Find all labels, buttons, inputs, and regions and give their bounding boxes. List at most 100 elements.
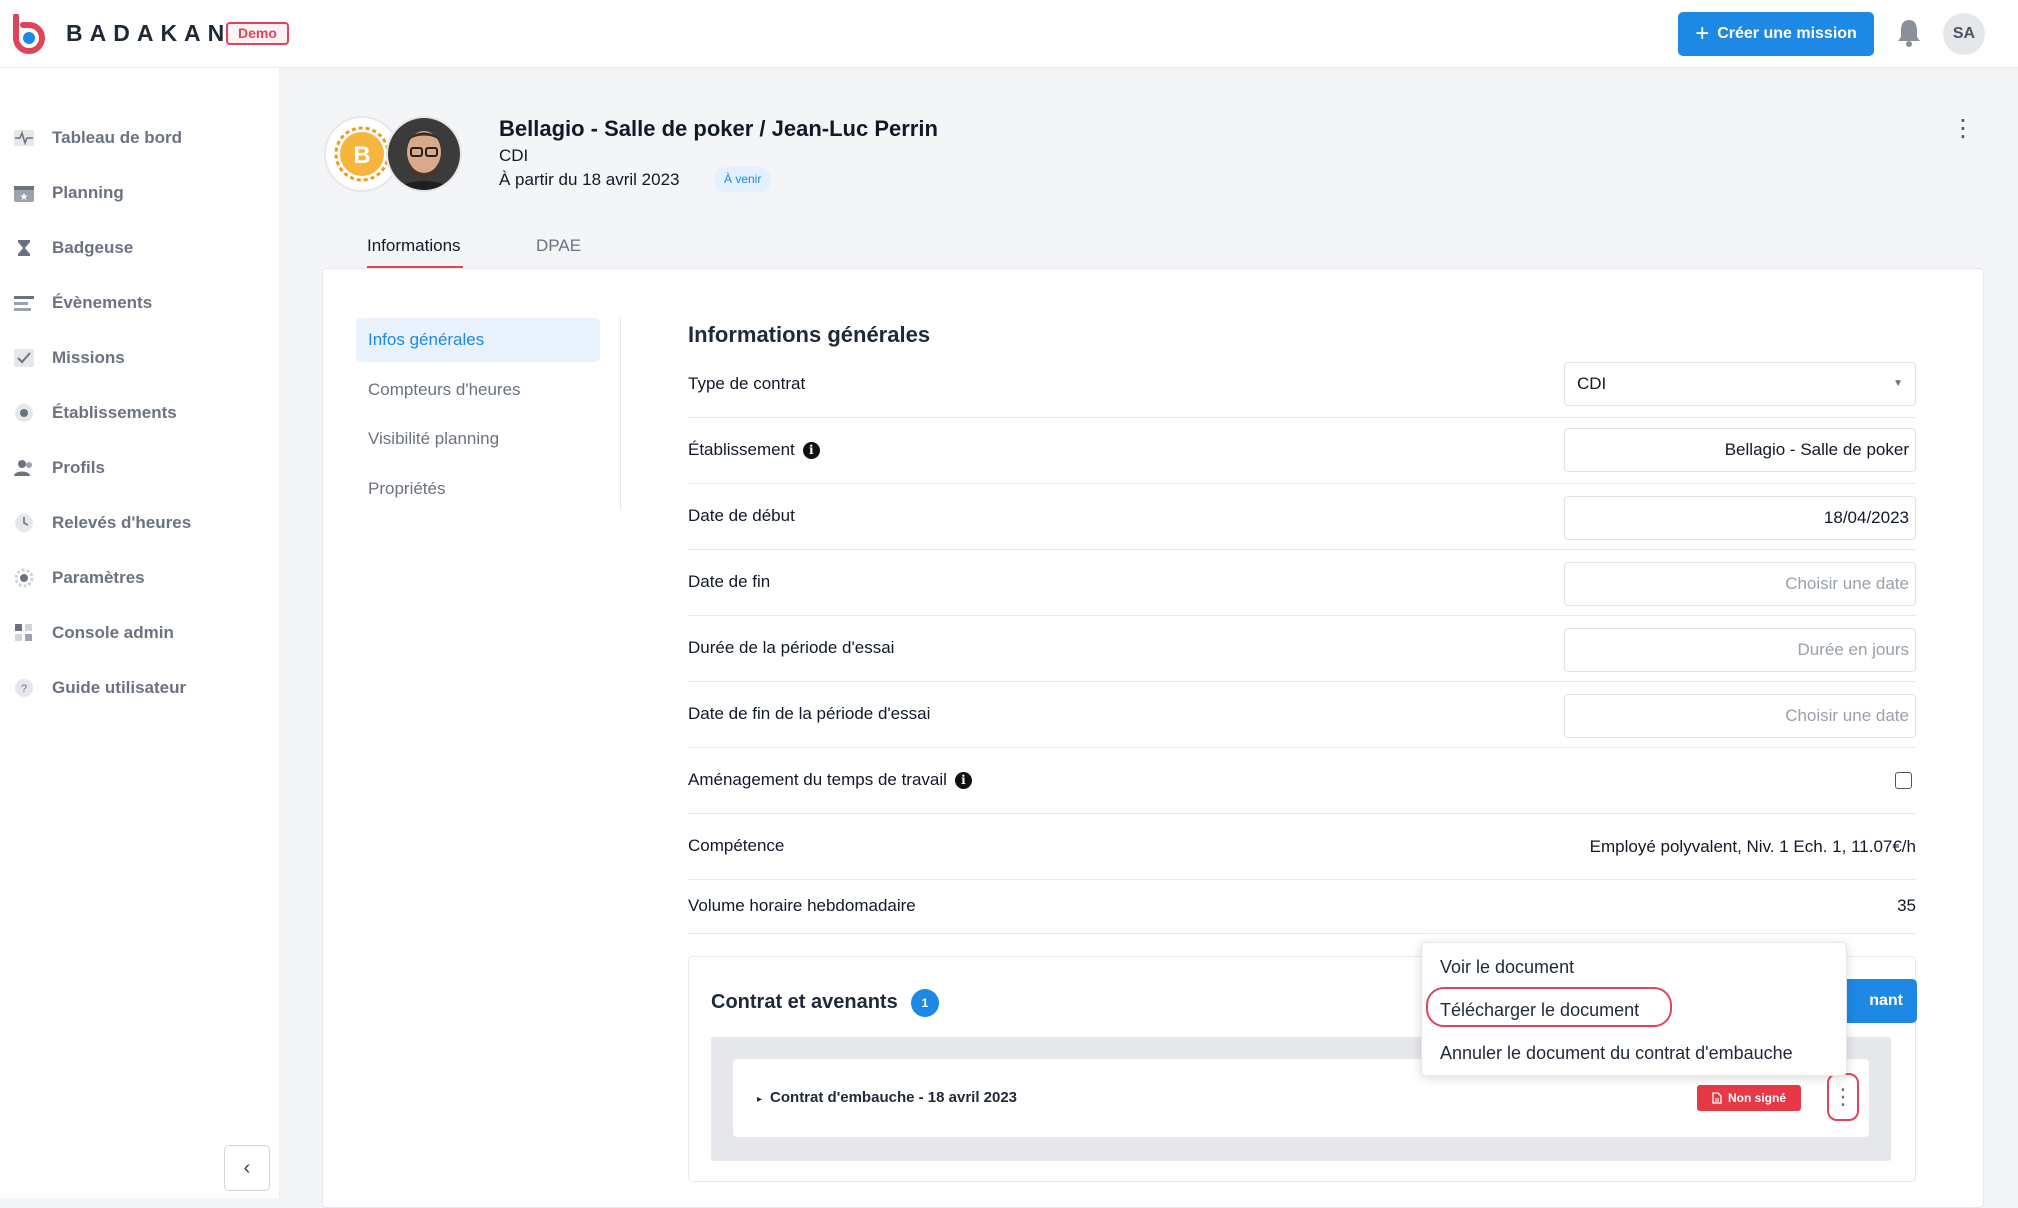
end-date-field[interactable]: Choisir une date xyxy=(1564,562,1916,606)
subnav-item-properties[interactable]: Propriétés xyxy=(356,467,600,511)
sidebar-item-label: Profils xyxy=(52,458,105,477)
field-row-establishment: Établissement i Bellagio - Salle de poke… xyxy=(688,418,1916,484)
sidebar-item-profiles[interactable]: Profils xyxy=(0,448,280,488)
skill-value: Employé polyvalent, Niv. 1 Ech. 1, 11.07… xyxy=(1589,837,1916,856)
field-label: Date de fin xyxy=(688,572,771,591)
field-row-weekly-hours: Volume horaire hebdomadaire 35 xyxy=(688,880,1916,934)
list-icon xyxy=(14,293,34,313)
info-icon[interactable]: i xyxy=(802,441,820,459)
building-icon xyxy=(14,403,34,423)
top-bar: BADAKAN Demo + Créer une mission SA xyxy=(0,0,2018,68)
field-label: Date de fin de la période d'essai xyxy=(688,704,931,723)
sidebar-item-missions[interactable]: Missions xyxy=(0,338,280,378)
sidebar-item-badgeuse[interactable]: Badgeuse xyxy=(0,228,280,268)
not-signed-badge: Non signé xyxy=(1697,1085,1801,1111)
subnav-item-general-info[interactable]: Infos générales xyxy=(356,318,600,362)
field-label-with-info: Aménagement du temps de travail i xyxy=(688,770,972,790)
document-icon xyxy=(1712,1092,1722,1104)
sidebar-item-admin-console[interactable]: Console admin xyxy=(0,613,280,653)
calendar-star-icon: ★ xyxy=(14,183,34,203)
menu-item-cancel-document[interactable]: Annuler le document du contrat d'embauch… xyxy=(1440,1043,1793,1064)
svg-text:?: ? xyxy=(21,683,27,695)
menu-item-download-document[interactable]: Télécharger le document xyxy=(1440,1000,1639,1021)
work-time-checkbox[interactable] xyxy=(1895,772,1912,789)
menu-item-view-document[interactable]: Voir le document xyxy=(1440,957,1574,978)
employee-photo xyxy=(386,116,462,192)
not-signed-label: Non signé xyxy=(1727,1091,1786,1105)
sidebar-item-planning[interactable]: ★ Planning xyxy=(0,173,280,213)
more-options-icon[interactable]: ⋮ xyxy=(1950,116,1976,142)
trial-duration-field[interactable]: Durée en jours xyxy=(1564,628,1916,672)
clock-icon xyxy=(14,513,34,533)
field-row-end-date: Date de fin Choisir une date xyxy=(688,550,1916,616)
chevron-left-icon: ‹ xyxy=(243,1156,251,1179)
sidebar-item-label: Évènements xyxy=(52,293,153,312)
field-label-with-info: Établissement i xyxy=(688,440,820,460)
start-date-text: À partir du 18 avril 2023 xyxy=(499,170,680,189)
subnav-item-planning-visibility[interactable]: Visibilité planning xyxy=(356,417,600,461)
field-row-work-time: Aménagement du temps de travail i xyxy=(688,748,1916,814)
field-label: Type de contrat xyxy=(688,374,806,393)
sidebar-item-dashboard[interactable]: Tableau de bord xyxy=(0,118,280,158)
sidebar-item-timesheets[interactable]: Relevés d'heures xyxy=(0,503,280,543)
contracts-count-badge: 1 xyxy=(911,989,939,1017)
sidebar-item-label: Planning xyxy=(52,183,124,202)
sidebar-item-label: Missions xyxy=(52,348,125,367)
tab-dpae[interactable]: DPAE xyxy=(536,236,581,256)
sidebar: Tableau de bord ★ Planning Badgeuse Évèn… xyxy=(0,68,280,1198)
start-date-field[interactable]: 18/04/2023 xyxy=(1564,496,1916,540)
badakan-logo-icon[interactable] xyxy=(10,14,48,54)
contract-type-value: CDI xyxy=(1577,374,1607,393)
info-icon[interactable]: i xyxy=(954,771,972,789)
field-label: Compétence xyxy=(688,836,785,855)
field-row-trial-end: Date de fin de la période d'essai Choisi… xyxy=(688,682,1916,748)
users-icon xyxy=(14,458,34,478)
hourglass-icon xyxy=(14,238,34,258)
establishment-field[interactable]: Bellagio - Salle de poker xyxy=(1564,428,1916,472)
weekly-hours-value: 35 xyxy=(1897,896,1916,915)
sidebar-item-settings[interactable]: Paramètres xyxy=(0,558,280,598)
sidebar-item-label: Badgeuse xyxy=(52,238,134,257)
field-label: Date de début xyxy=(688,506,795,525)
contract-row-title[interactable]: ▸ Contrat d'embauche - 18 avril 2023 xyxy=(757,1089,1017,1106)
sidebar-item-label: Console admin xyxy=(52,623,174,642)
create-mission-label: Créer une mission xyxy=(1717,25,1857,42)
grid-icon xyxy=(14,623,34,643)
contracts-title: Contrat et avenants xyxy=(711,991,898,1013)
sidebar-item-label: Établissements xyxy=(52,403,177,422)
sidebar-item-label: Guide utilisateur xyxy=(52,678,187,697)
gear-icon xyxy=(14,568,34,588)
row-more-options-icon[interactable]: ⋮ xyxy=(1827,1073,1859,1121)
contract-type-text: CDI xyxy=(499,146,529,165)
plus-icon: + xyxy=(1695,20,1710,47)
add-amendment-button[interactable]: nant xyxy=(1837,979,1917,1023)
pulse-icon xyxy=(14,128,34,148)
field-label: Établissement xyxy=(688,440,795,459)
checklist-icon xyxy=(14,348,34,368)
caret-down-icon: ▼ xyxy=(1893,378,1903,389)
status-badge: À venir xyxy=(714,167,772,192)
subnav-item-hour-counters[interactable]: Compteurs d'heures xyxy=(356,368,600,412)
help-icon: ? xyxy=(14,678,34,698)
tab-informations[interactable]: Informations xyxy=(367,236,463,269)
sidebar-item-user-guide[interactable]: ? Guide utilisateur xyxy=(0,668,280,708)
bell-icon[interactable] xyxy=(1896,18,1922,48)
collapse-sidebar-button[interactable]: ‹ xyxy=(224,1145,270,1191)
section-title: Informations générales xyxy=(688,322,931,347)
sidebar-item-label: Tableau de bord xyxy=(52,128,183,147)
user-avatar[interactable]: SA xyxy=(1943,13,1985,55)
demo-badge: Demo xyxy=(226,22,289,45)
sidebar-item-events[interactable]: Évènements xyxy=(0,283,280,323)
field-row-skill: Compétence Employé polyvalent, Niv. 1 Ec… xyxy=(688,814,1916,880)
svg-text:★: ★ xyxy=(20,192,29,202)
header-avatars: B xyxy=(324,116,464,192)
field-label: Volume horaire hebdomadaire xyxy=(688,896,916,915)
field-row-trial-duration: Durée de la période d'essai Durée en jou… xyxy=(688,616,1916,682)
field-label: Aménagement du temps de travail xyxy=(688,770,947,789)
trial-end-date-field[interactable]: Choisir une date xyxy=(1564,694,1916,738)
document-actions-menu: Voir le document Télécharger le document… xyxy=(1421,942,1847,1076)
create-mission-button[interactable]: + Créer une mission xyxy=(1678,12,1874,56)
contract-row-label: Contrat d'embauche - 18 avril 2023 xyxy=(770,1089,1018,1106)
sidebar-item-establishments[interactable]: Établissements xyxy=(0,393,280,433)
contract-type-select[interactable]: CDI ▼ xyxy=(1564,362,1916,406)
